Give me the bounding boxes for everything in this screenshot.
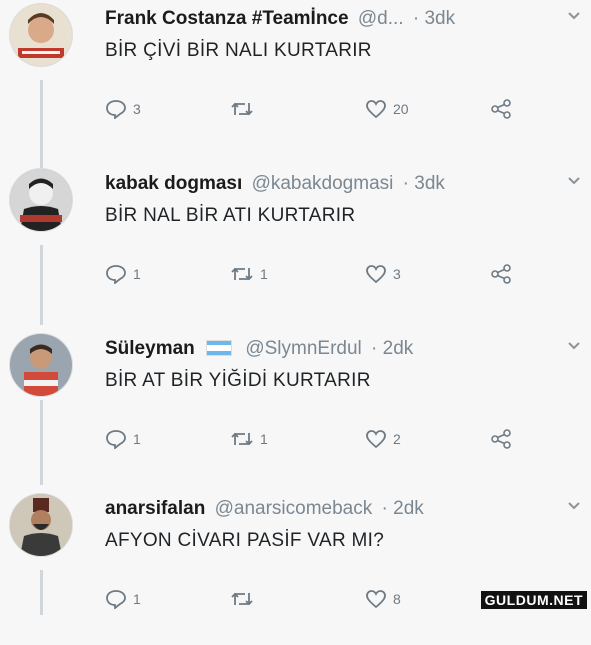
timestamp[interactable]: · 2dk — [382, 498, 424, 519]
reply-count: 1 — [133, 591, 141, 607]
reply-count: 1 — [133, 266, 141, 282]
user-name[interactable]: kabak dogması — [105, 173, 242, 194]
retweet-button[interactable] — [230, 589, 260, 609]
heart-icon — [365, 589, 387, 609]
reply-icon — [105, 99, 127, 119]
avatar[interactable] — [10, 169, 72, 231]
reply-button[interactable]: 3 — [105, 99, 141, 119]
retweet-button[interactable] — [230, 99, 260, 119]
retweet-icon — [230, 264, 254, 284]
reply-count: 1 — [133, 431, 141, 447]
user-handle[interactable]: @d... — [358, 8, 404, 29]
timestamp[interactable]: · 2dk — [371, 338, 413, 359]
heart-icon — [365, 99, 387, 119]
share-icon — [490, 429, 512, 449]
tweet-actions: 1 1 2 — [105, 429, 525, 455]
user-name[interactable]: Süleyman — [105, 338, 195, 359]
like-button[interactable]: 8 — [365, 589, 401, 609]
share-button[interactable] — [490, 264, 512, 284]
tweet-text: BİR AT BİR YİĞİDİ KURTARIR — [105, 370, 371, 391]
tweet-header: anarsifalan @anarsicomeback · 2dk — [105, 498, 424, 520]
tweet-actions: 3 20 — [105, 99, 525, 125]
tweet-header: kabak dogması @kabakdogmasi · 3dk — [105, 173, 445, 195]
like-count: 2 — [393, 431, 401, 447]
tweet-actions: 1 8 — [105, 589, 525, 615]
timestamp[interactable]: · 3dk — [403, 173, 445, 194]
tweet-text: AFYON CİVARI PASİF VAR MI? — [105, 530, 385, 551]
reply-icon — [105, 429, 127, 449]
retweet-button[interactable]: 1 — [230, 429, 268, 449]
like-button[interactable]: 20 — [365, 99, 409, 119]
user-handle[interactable]: @SlymnErdul — [245, 338, 361, 359]
tweet[interactable]: Frank Costanza #Teamİnce @d... · 3dk BİR… — [0, 0, 591, 155]
retweet-icon — [230, 429, 254, 449]
tweet-text: BİR ÇİVİ BİR NALI KURTARIR — [105, 40, 372, 61]
like-button[interactable]: 3 — [365, 264, 401, 284]
chevron-down-icon[interactable] — [567, 498, 581, 516]
like-count: 3 — [393, 266, 401, 282]
avatar[interactable] — [10, 334, 72, 396]
tweet[interactable]: Süleyman @SlymnErdul · 2dk BİR AT BİR Yİ… — [0, 330, 591, 485]
avatar[interactable] — [10, 494, 72, 556]
tweet[interactable]: kabak dogması @kabakdogmasi · 3dk BİR NA… — [0, 165, 591, 320]
watermark: GULDUM.NET — [480, 591, 587, 609]
user-handle[interactable]: @kabakdogmasi — [252, 173, 394, 194]
retweet-count: 1 — [260, 266, 268, 282]
avatar[interactable] — [10, 4, 72, 66]
timestamp[interactable]: · 3dk — [413, 8, 455, 29]
chevron-down-icon[interactable] — [567, 8, 581, 26]
like-count: 20 — [393, 101, 409, 117]
tweet-header: Frank Costanza #Teamİnce @d... · 3dk — [105, 8, 455, 30]
retweet-button[interactable]: 1 — [230, 264, 268, 284]
like-count: 8 — [393, 591, 401, 607]
flag-icon — [206, 339, 233, 356]
retweet-icon — [230, 589, 254, 609]
retweet-icon — [230, 99, 254, 119]
share-button[interactable] — [490, 99, 512, 119]
share-icon — [490, 99, 512, 119]
heart-icon — [365, 429, 387, 449]
reply-button[interactable]: 1 — [105, 264, 141, 284]
user-name[interactable]: anarsifalan — [105, 498, 205, 519]
like-button[interactable]: 2 — [365, 429, 401, 449]
tweet[interactable]: anarsifalan @anarsicomeback · 2dk AFYON … — [0, 490, 591, 645]
retweet-count: 1 — [260, 431, 268, 447]
reply-button[interactable]: 1 — [105, 429, 141, 449]
reply-button[interactable]: 1 — [105, 589, 141, 609]
share-icon — [490, 264, 512, 284]
reply-icon — [105, 264, 127, 284]
chevron-down-icon[interactable] — [567, 338, 581, 356]
tweet-header: Süleyman @SlymnErdul · 2dk — [105, 338, 413, 360]
heart-icon — [365, 264, 387, 284]
share-button[interactable] — [490, 429, 512, 449]
user-name[interactable]: Frank Costanza #Teamİnce — [105, 8, 349, 29]
reply-count: 3 — [133, 101, 141, 117]
tweet-text: BİR NAL BİR ATI KURTARIR — [105, 205, 356, 226]
chevron-down-icon[interactable] — [567, 173, 581, 191]
user-handle[interactable]: @anarsicomeback — [215, 498, 373, 519]
reply-icon — [105, 589, 127, 609]
tweet-actions: 1 1 3 — [105, 264, 525, 290]
